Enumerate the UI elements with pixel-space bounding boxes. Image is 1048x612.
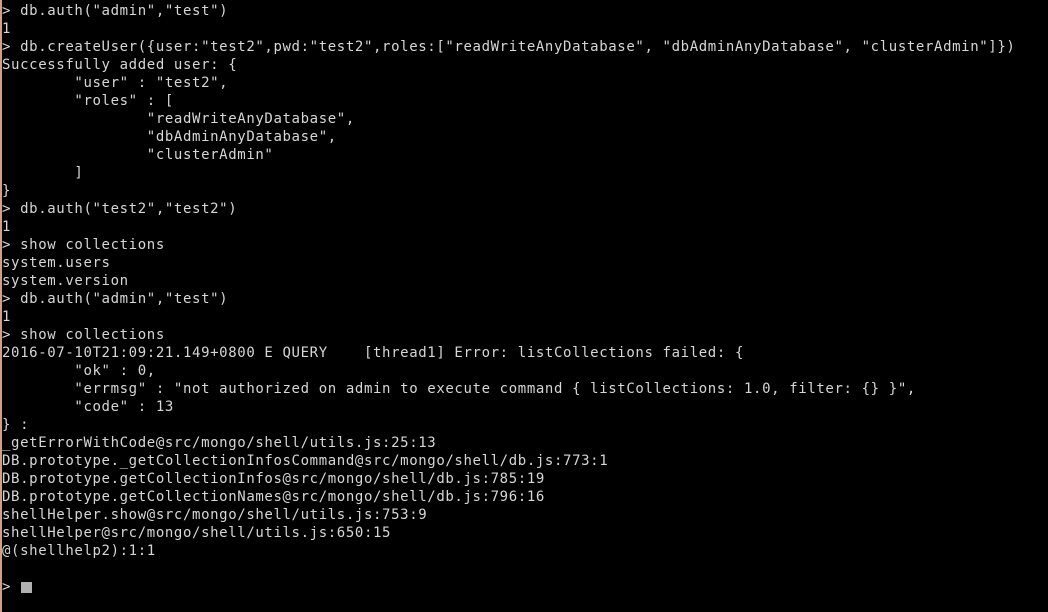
terminal-line: "dbAdminAnyDatabase", bbox=[2, 129, 337, 145]
terminal-line: DB.prototype.getCollectionInfos@src/mong… bbox=[2, 471, 545, 487]
terminal-output: > db.auth("admin","test") 1 > db.createUse… bbox=[2, 2, 1015, 596]
terminal-line: ] bbox=[2, 165, 84, 181]
terminal-line: > db.auth("admin","test") bbox=[2, 291, 229, 307]
terminal-line: "code" : 13 bbox=[2, 399, 174, 415]
terminal-line: "ok" : 0, bbox=[2, 363, 156, 379]
terminal-line: "user" : "test2", bbox=[2, 75, 229, 91]
terminal-line: shellHelper.show@src/mongo/shell/utils.j… bbox=[2, 507, 428, 523]
terminal-line: > show collections bbox=[2, 237, 165, 253]
block-cursor bbox=[21, 581, 33, 593]
terminal-line: "readWriteAnyDatabase", bbox=[2, 111, 355, 127]
terminal-line: @(shellhelp2):1:1 bbox=[2, 543, 156, 559]
terminal-line: DB.prototype._getCollectionInfosCommand@… bbox=[2, 453, 609, 469]
terminal-line: 1 bbox=[2, 309, 12, 325]
terminal-line: "roles" : [ bbox=[2, 93, 174, 109]
terminal-line: } bbox=[2, 183, 12, 199]
terminal-line: 1 bbox=[2, 21, 12, 37]
terminal-line: shellHelper@src/mongo/shell/utils.js:650… bbox=[2, 525, 392, 541]
terminal-line: 1 bbox=[2, 219, 12, 235]
terminal-line: 2016-07-10T21:09:21.149+0800 E QUERY [th… bbox=[2, 345, 744, 361]
terminal-line: Successfully added user: { bbox=[2, 57, 238, 73]
prompt-symbol: > bbox=[2, 579, 12, 595]
terminal-window[interactable]: > db.auth("admin","test") 1 > db.createUse… bbox=[0, 0, 1048, 612]
terminal-line: _getErrorWithCode@src/mongo/shell/utils.… bbox=[2, 435, 437, 451]
terminal-line: system.users bbox=[2, 255, 111, 271]
terminal-line: "errmsg" : "not authorized on admin to e… bbox=[2, 381, 916, 397]
terminal-prompt-line[interactable]: > bbox=[2, 578, 1015, 596]
terminal-line: > show collections bbox=[2, 327, 165, 343]
terminal-line: > db.auth("admin","test") bbox=[2, 3, 229, 19]
terminal-line: } : bbox=[2, 417, 30, 433]
terminal-line: "clusterAdmin" bbox=[2, 147, 274, 163]
terminal-line: DB.prototype.getCollectionNames@src/mong… bbox=[2, 489, 545, 505]
terminal-line: system.version bbox=[2, 273, 129, 289]
terminal-line: > db.createUser({user:"test2",pwd:"test2… bbox=[2, 39, 1016, 55]
terminal-line: > db.auth("test2","test2") bbox=[2, 201, 238, 217]
